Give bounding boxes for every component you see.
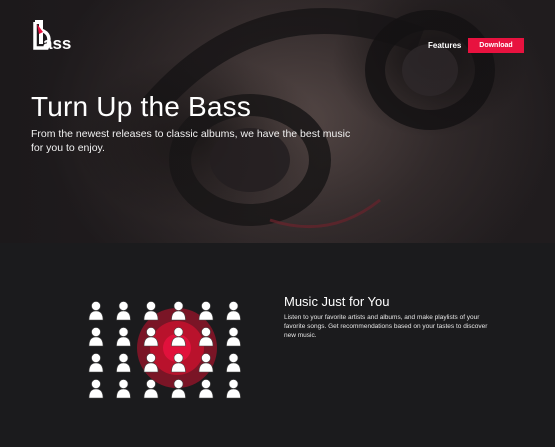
person-icon [226, 301, 241, 321]
feature-title: Music Just for You [284, 294, 390, 309]
person-icon [226, 353, 241, 373]
person-icon [143, 301, 159, 321]
svg-text:ass: ass [43, 34, 71, 53]
hero-section: ass Features Download Turn Up the Bass F… [0, 0, 555, 243]
person-icon [88, 327, 104, 347]
feature-description: Listen to your favorite artists and albu… [284, 314, 488, 339]
hero-subtitle: From the newest releases to classic albu… [31, 128, 351, 154]
download-button[interactable]: Download [468, 38, 524, 53]
person-icon [88, 379, 104, 399]
person-icon [88, 353, 104, 373]
bass-logo[interactable]: ass [29, 18, 79, 54]
person-icon [116, 379, 131, 399]
person-icon [226, 327, 241, 347]
nav-features-link[interactable]: Features [428, 41, 461, 50]
person-icon [116, 353, 131, 373]
person-icon [143, 379, 159, 399]
person-icon [198, 379, 214, 399]
person-icon [116, 301, 131, 321]
person-icon [88, 301, 104, 321]
person-icon [198, 301, 214, 321]
person-icon [116, 327, 131, 347]
person-icon [226, 379, 241, 399]
listener-grid-icon [88, 301, 241, 399]
hero-title: Turn Up the Bass [31, 91, 252, 122]
